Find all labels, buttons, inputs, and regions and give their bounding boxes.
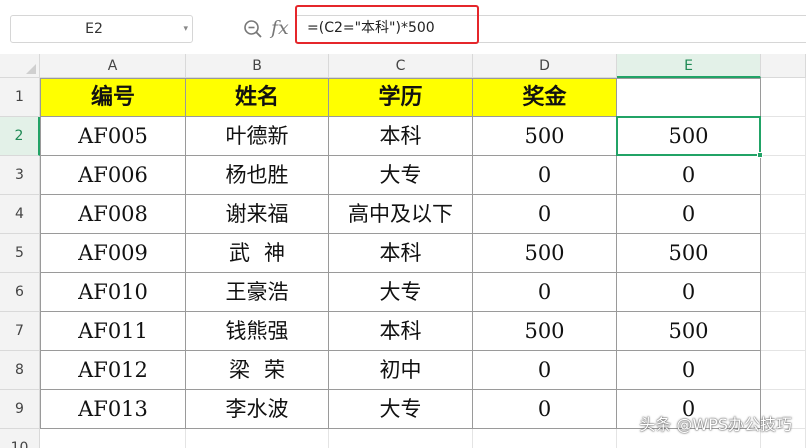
table-cell[interactable]: AF005 bbox=[40, 117, 186, 156]
table-cell[interactable]: 钱熊强 bbox=[186, 312, 329, 351]
name-box[interactable]: E2 ▾ bbox=[10, 15, 193, 43]
table-cell[interactable]: 梁荣 bbox=[186, 351, 329, 390]
row-header-8[interactable]: 8 bbox=[0, 351, 40, 390]
table-cell[interactable]: AF011 bbox=[40, 312, 186, 351]
table-cell[interactable]: 武神 bbox=[186, 234, 329, 273]
header-cell-e[interactable] bbox=[617, 78, 761, 117]
row-header-7[interactable]: 7 bbox=[0, 312, 40, 351]
table-cell[interactable]: 0 bbox=[473, 156, 617, 195]
table-cell[interactable]: 500 bbox=[473, 117, 617, 156]
table-cell[interactable]: 0 bbox=[617, 273, 761, 312]
table-cell[interactable]: AF009 bbox=[40, 234, 186, 273]
table-cell[interactable]: 本科 bbox=[329, 312, 473, 351]
row-header-3[interactable]: 3 bbox=[0, 156, 40, 195]
formula-bar: E2 ▾ fx =(C2="本科")*500 bbox=[0, 0, 806, 54]
active-cell-selection[interactable] bbox=[616, 116, 761, 156]
table-cell[interactable]: 0 bbox=[473, 351, 617, 390]
table-cell[interactable]: 500 bbox=[617, 234, 761, 273]
row-header-4[interactable]: 4 bbox=[0, 195, 40, 234]
table-cell[interactable]: 大专 bbox=[329, 156, 473, 195]
table-cell[interactable]: 0 bbox=[617, 156, 761, 195]
fx-icon[interactable]: fx bbox=[271, 13, 289, 43]
spreadsheet-grid[interactable]: A B C D E 1 2 3 4 5 6 7 8 9 10 编号 姓名 学历 奖金 AF005 叶德新 本科 500 500… bbox=[0, 54, 806, 448]
table-cell[interactable]: 大专 bbox=[329, 390, 473, 429]
table-cell[interactable]: 0 bbox=[617, 351, 761, 390]
table-cell[interactable]: 高中及以下 bbox=[329, 195, 473, 234]
table-cell[interactable]: 0 bbox=[473, 273, 617, 312]
row-header-2[interactable]: 2 bbox=[0, 117, 40, 156]
table-cell[interactable]: 初中 bbox=[329, 351, 473, 390]
row-header-6[interactable]: 6 bbox=[0, 273, 40, 312]
table-cell[interactable]: 500 bbox=[617, 312, 761, 351]
header-cell-a[interactable]: 编号 bbox=[40, 78, 186, 117]
name-box-value: E2 bbox=[85, 21, 103, 37]
table-cell[interactable]: 0 bbox=[473, 390, 617, 429]
header-cell-d[interactable]: 奖金 bbox=[473, 78, 617, 117]
header-cell-c[interactable]: 学历 bbox=[329, 78, 473, 117]
table-cell[interactable]: AF013 bbox=[40, 390, 186, 429]
chevron-down-icon[interactable]: ▾ bbox=[183, 16, 188, 42]
column-header-b[interactable]: B bbox=[186, 54, 329, 78]
table-cell[interactable]: 叶德新 bbox=[186, 117, 329, 156]
table-cell[interactable]: 500 bbox=[473, 312, 617, 351]
table-cell[interactable]: AF006 bbox=[40, 156, 186, 195]
table-cell[interactable]: AF012 bbox=[40, 351, 186, 390]
header-cell-b[interactable]: 姓名 bbox=[186, 78, 329, 117]
row-header-1[interactable]: 1 bbox=[0, 78, 40, 117]
row-header-9[interactable]: 9 bbox=[0, 390, 40, 429]
table-cell[interactable]: 杨也胜 bbox=[186, 156, 329, 195]
column-header-c[interactable]: C bbox=[329, 54, 473, 78]
select-all-corner[interactable] bbox=[0, 54, 40, 78]
table-cell[interactable]: 李水波 bbox=[186, 390, 329, 429]
table-cell[interactable]: 本科 bbox=[329, 234, 473, 273]
table-cell[interactable]: AF010 bbox=[40, 273, 186, 312]
select-all-icon bbox=[26, 64, 36, 74]
column-header-e[interactable]: E bbox=[617, 54, 761, 78]
fill-handle[interactable] bbox=[757, 152, 763, 158]
table-cell[interactable]: AF008 bbox=[40, 195, 186, 234]
table-cell[interactable]: 谢来福 bbox=[186, 195, 329, 234]
formula-text: =(C2="本科")*500 bbox=[307, 20, 435, 36]
table-cell[interactable]: 0 bbox=[473, 195, 617, 234]
row-header-10[interactable]: 10 bbox=[0, 429, 40, 448]
column-header-blank bbox=[761, 54, 806, 78]
watermark: 头条 @WPS办公技巧 bbox=[639, 415, 792, 434]
table-cell[interactable]: 大专 bbox=[329, 273, 473, 312]
column-header-a[interactable]: A bbox=[40, 54, 186, 78]
table-cell[interactable]: 500 bbox=[473, 234, 617, 273]
table-cell[interactable]: 本科 bbox=[329, 117, 473, 156]
zoom-out-icon[interactable] bbox=[243, 19, 263, 39]
row-header-5[interactable]: 5 bbox=[0, 234, 40, 273]
table-cell[interactable]: 0 bbox=[617, 195, 761, 234]
column-header-d[interactable]: D bbox=[473, 54, 617, 78]
table-cell[interactable]: 王豪浩 bbox=[186, 273, 329, 312]
